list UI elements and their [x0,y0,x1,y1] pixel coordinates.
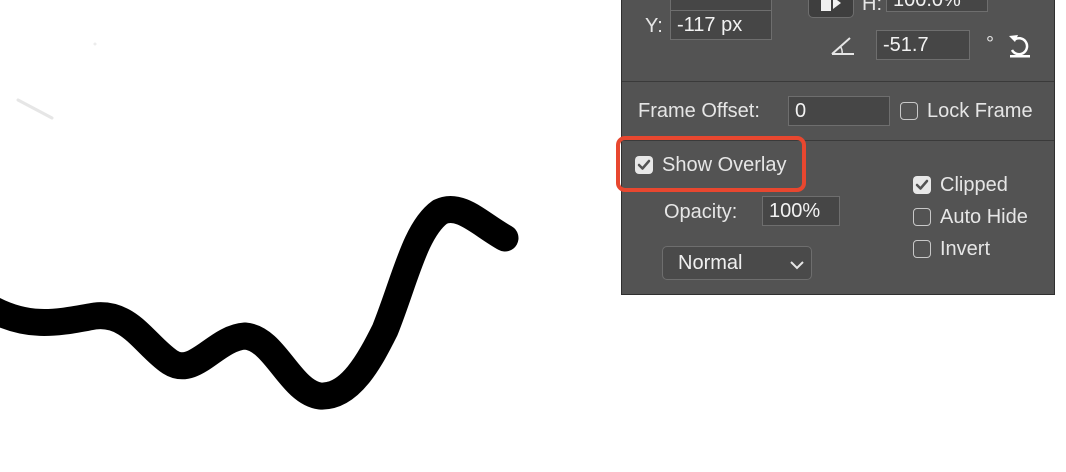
faint-dot [93,42,97,46]
auto-hide-label: Auto Hide [940,206,1028,228]
blend-mode-dropdown[interactable]: Normal [662,246,812,280]
y-position-value: -117 px [677,14,743,36]
faint-mark [16,98,54,120]
blend-mode-value: Normal [678,252,743,274]
frame-offset-value: 0 [795,100,807,122]
invert-label: Invert [940,238,991,260]
y-label: Y: [645,15,663,37]
properties-panel: H: 100.0% Y: -117 px -51.7 ° Frame Offse… [621,0,1055,295]
checkmark-icon [637,159,651,170]
degree-symbol: ° [986,33,994,55]
chevron-down-icon [790,261,804,270]
height-value-partial: 100.0% [893,0,961,11]
angle-value: -51.7 [883,34,929,56]
height-field-partial[interactable]: 100.0% [886,0,988,12]
lock-frame-label: Lock Frame [927,100,1033,122]
y-position-field[interactable]: -117 px [670,10,772,40]
divider [622,140,1054,141]
invert-checkbox[interactable] [913,240,931,258]
angle-field[interactable]: -51.7 [876,30,970,60]
divider [622,81,1054,82]
lock-frame-checkbox[interactable] [900,102,918,120]
show-overlay-checkbox[interactable] [635,156,653,174]
opacity-value: 100% [769,200,821,222]
frame-offset-label: Frame Offset: [638,100,760,122]
clipped-checkbox[interactable] [913,176,931,194]
height-label-partial: H: [862,0,882,15]
flip-button[interactable] [808,0,854,18]
show-overlay-label[interactable]: Show Overlay [662,153,787,177]
reset-icon[interactable] [1006,30,1034,60]
frame-offset-field[interactable]: 0 [788,96,890,126]
opacity-field[interactable]: 100% [762,196,840,226]
flip-icon [821,0,841,11]
clipped-label: Clipped [940,174,1008,196]
checkmark-icon [915,179,929,190]
auto-hide-checkbox[interactable] [913,208,931,226]
angle-icon [831,37,854,55]
opacity-label: Opacity: [664,201,738,223]
brush-stroke [0,196,519,410]
